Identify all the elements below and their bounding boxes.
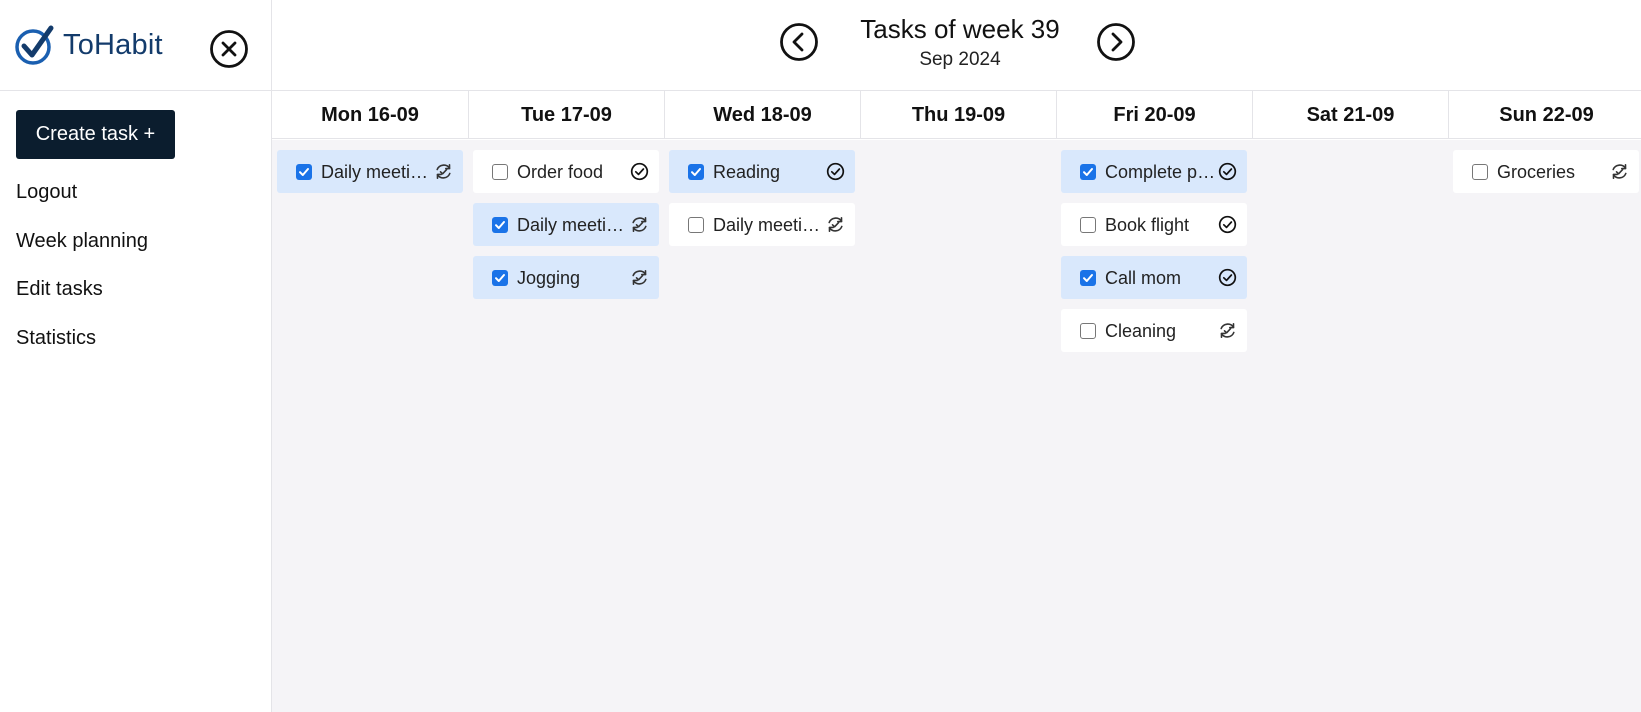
day-header: Thu 19-09 [860,91,1056,139]
create-task-button[interactable]: Create task + [16,110,175,159]
task-card[interactable]: Complete project [1061,150,1247,193]
week-grid: Daily meetings Order food Daily meetings Jo… [272,140,1641,712]
task-checkbox[interactable] [492,164,508,180]
brand-name: ToHabit [63,28,163,61]
recurring-icon [436,164,451,179]
task-name: Groceries [1497,162,1576,182]
task-checkbox[interactable] [492,217,508,233]
recurring-icon [1220,323,1235,338]
task-name: Reading [713,162,781,182]
task-checkbox[interactable] [688,217,704,233]
task-name: Daily meetings [321,162,435,182]
sidebar-item-statistics[interactable]: Statistics [16,322,148,371]
page-subtitle: Sep 2024 [919,49,1001,70]
task-card[interactable]: Reading [669,150,855,193]
week-header: Tasks of week 39 Sep 2024 [272,0,1641,91]
task-card[interactable]: Book flight [1061,203,1247,246]
chevron-right-circle-icon[interactable] [1096,22,1136,62]
task-card[interactable]: Cleaning [1061,309,1247,352]
brand[interactable]: ToHabit [15,24,163,66]
task-checkbox[interactable] [1080,323,1096,339]
task-card[interactable]: Daily meetings [669,203,855,246]
checkmark-icon [299,168,309,176]
checkmark-logo-icon [15,25,54,65]
day-column: Order food Daily meetings Jogging [473,150,659,309]
day-header: Sat 21-09 [1252,91,1448,139]
check-circle-icon [630,162,649,181]
sidebar-item-week-planning[interactable]: Week planning [16,225,148,274]
main-area: Tasks of week 39 Sep 2024 Mon 16-09 Tue 1… [272,0,1641,712]
day-header: Tue 17-09 [468,91,664,139]
task-name: Order food [517,162,604,182]
sidebar-divider [0,90,272,91]
sidebar-nav: Logout Week planning Edit tasks Statisti… [16,176,148,370]
sidebar: ToHabit Create task + Logout Week planni… [0,0,272,712]
task-checkbox[interactable] [492,270,508,286]
day-header: Mon 16-09 [321,104,419,126]
check-circle-icon [1218,215,1237,234]
task-name: Daily meetings [713,215,827,235]
task-name: Call mom [1105,268,1182,288]
day-header-row: Mon 16-09 Tue 17-09 Wed 18-09 Thu 19-09 Fri … [272,91,1641,139]
task-card[interactable]: Groceries [1453,150,1639,193]
checkmark-icon [691,168,701,176]
day-column: Complete project Book flight Call mom Clean… [1061,150,1247,362]
task-name: Book flight [1105,215,1190,235]
checkmark-icon [495,221,505,229]
check-circle-icon [1218,268,1237,287]
task-name: Jogging [517,268,581,288]
task-checkbox[interactable] [296,164,312,180]
sidebar-item-edit-tasks[interactable]: Edit tasks [16,273,148,322]
day-column: Groceries [1453,150,1639,203]
checkmark-icon [1083,274,1093,282]
checkmark-icon [495,274,505,282]
task-checkbox[interactable] [1080,217,1096,233]
task-card[interactable]: Order food [473,150,659,193]
task-name: Daily meetings [517,215,631,235]
page-title: Tasks of week 39 [860,14,1060,44]
check-circle-icon [1218,162,1237,181]
task-checkbox[interactable] [1080,164,1096,180]
task-card[interactable]: Daily meetings [473,203,659,246]
task-checkbox[interactable] [688,164,704,180]
task-checkbox[interactable] [1472,164,1488,180]
task-card[interactable]: Daily meetings [277,150,463,193]
sidebar-item-logout[interactable]: Logout [16,176,148,225]
check-circle-icon [826,162,845,181]
recurring-icon [1612,164,1627,179]
day-header: Wed 18-09 [664,91,860,139]
recurring-icon [632,270,647,285]
checkmark-icon [1083,168,1093,176]
day-column: Reading Daily meetings [669,150,855,256]
task-checkbox[interactable] [1080,270,1096,286]
task-name: Cleaning [1105,321,1177,341]
day-header: Fri 20-09 [1056,91,1252,139]
task-name: Complete project [1105,162,1219,182]
task-card[interactable]: Call mom [1061,256,1247,299]
close-circle-icon[interactable] [209,29,249,69]
task-card[interactable]: Jogging [473,256,659,299]
day-column: Daily meetings [277,150,463,203]
recurring-icon [828,217,843,232]
recurring-icon [632,217,647,232]
day-header: Sun 22-09 [1448,91,1641,139]
